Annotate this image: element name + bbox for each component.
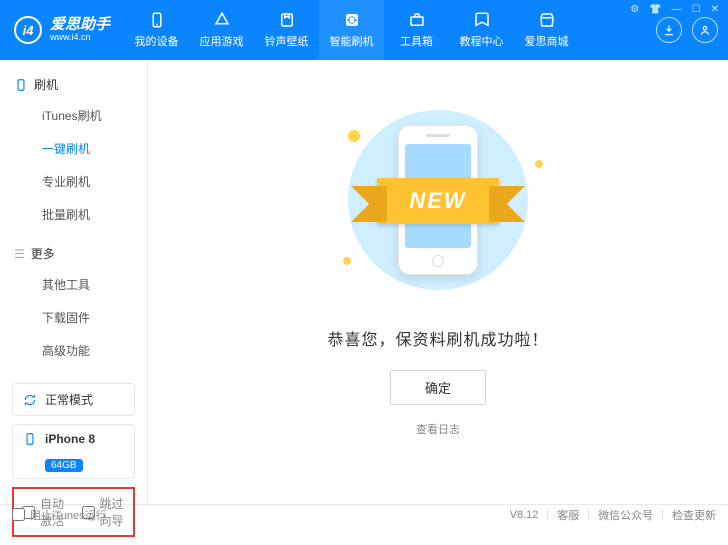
nav-apps[interactable]: 应用游戏 xyxy=(189,0,254,60)
device-box[interactable]: iPhone 8 64GB xyxy=(12,424,135,479)
nav-flash[interactable]: 智能刷机 xyxy=(319,0,384,60)
section-title: 刷机 xyxy=(34,76,58,93)
phone-icon xyxy=(23,432,37,446)
new-ribbon: NEW xyxy=(248,178,628,224)
nav-label: 工具箱 xyxy=(400,33,433,49)
check-update-link[interactable]: 检查更新 xyxy=(672,507,716,523)
sidebar-item-othertools[interactable]: 其他工具 xyxy=(0,268,147,301)
sidebar-item-firmware[interactable]: 下载固件 xyxy=(0,301,147,334)
nav-label: 智能刷机 xyxy=(330,33,374,49)
nav-label: 铃声壁纸 xyxy=(265,33,309,49)
nav-label: 爱思商城 xyxy=(525,33,569,49)
checkbox-label: 阻止iTunes运行 xyxy=(30,507,107,523)
version-label: V8.12 xyxy=(510,509,539,521)
music-icon xyxy=(278,11,296,29)
wechat-link[interactable]: 微信公众号 xyxy=(598,507,653,523)
top-nav: 我的设备 应用游戏 铃声壁纸 智能刷机 工具箱 教程中心 爱思商城 xyxy=(124,0,579,60)
refresh-icon xyxy=(343,11,361,29)
nav-mall[interactable]: 爱思商城 xyxy=(514,0,579,60)
sidebar-section-flash: 刷机 xyxy=(0,70,147,95)
phone-icon xyxy=(148,11,166,29)
app-header: ⚙ 👕 — ☐ ✕ i4 爱思助手 www.i4.cn 我的设备 应用游戏 铃声… xyxy=(0,0,728,60)
nav-ringtone[interactable]: 铃声壁纸 xyxy=(254,0,319,60)
phone-icon xyxy=(14,78,28,92)
sidebar-section-more: ☰ 更多 xyxy=(0,239,147,264)
sidebar-item-oneclick[interactable]: 一键刷机 xyxy=(0,132,147,165)
storage-badge: 64GB xyxy=(45,459,83,472)
view-log-link[interactable]: 查看日志 xyxy=(416,421,460,437)
window-controls: ⚙ 👕 — ☐ ✕ xyxy=(627,4,722,15)
sidebar-item-advanced[interactable]: 高级功能 xyxy=(0,334,147,367)
apps-icon xyxy=(213,11,231,29)
support-link[interactable]: 客服 xyxy=(557,507,579,523)
skin-icon[interactable]: 👕 xyxy=(646,4,664,15)
device-name: iPhone 8 xyxy=(45,432,95,446)
nav-label: 我的设备 xyxy=(135,33,179,49)
ok-button[interactable]: 确定 xyxy=(390,370,486,405)
nav-label: 教程中心 xyxy=(460,33,504,49)
sidebar: 刷机 iTunes刷机 一键刷机 专业刷机 批量刷机 ☰ 更多 其他工具 下载固… xyxy=(0,60,148,504)
nav-devices[interactable]: 我的设备 xyxy=(124,0,189,60)
download-icon[interactable] xyxy=(656,17,682,43)
maximize-button[interactable]: ☐ xyxy=(689,4,704,15)
sidebar-item-pro[interactable]: 专业刷机 xyxy=(0,165,147,198)
ribbon-text: NEW xyxy=(377,178,498,224)
sidebar-item-batch[interactable]: 批量刷机 xyxy=(0,198,147,231)
nav-label: 应用游戏 xyxy=(200,33,244,49)
app-logo: i4 爱思助手 www.i4.cn xyxy=(0,0,124,60)
checkbox-input[interactable] xyxy=(12,508,25,521)
success-illustration: NEW xyxy=(318,100,558,300)
brand-name: 爱思助手 xyxy=(50,17,110,34)
section-title: 更多 xyxy=(31,245,55,262)
mode-box[interactable]: 正常模式 xyxy=(12,383,135,416)
refresh-icon xyxy=(23,393,37,407)
main-content: NEW 恭喜您，保资料刷机成功啦！ 确定 查看日志 xyxy=(148,60,728,504)
nav-tutorial[interactable]: 教程中心 xyxy=(449,0,514,60)
user-icon[interactable] xyxy=(692,17,718,43)
menu-icon: ☰ xyxy=(14,247,25,261)
sidebar-item-itunes[interactable]: iTunes刷机 xyxy=(0,99,147,132)
brand-url: www.i4.cn xyxy=(50,33,110,43)
checkbox-block-itunes[interactable]: 阻止iTunes运行 xyxy=(12,507,107,523)
logo-icon: i4 xyxy=(14,16,42,44)
nav-toolbox[interactable]: 工具箱 xyxy=(384,0,449,60)
shop-icon xyxy=(538,11,556,29)
settings-icon[interactable]: ⚙ xyxy=(627,4,642,15)
briefcase-icon xyxy=(408,11,426,29)
book-icon xyxy=(473,11,491,29)
mode-label: 正常模式 xyxy=(45,391,93,408)
success-message: 恭喜您，保资料刷机成功啦！ xyxy=(327,326,548,350)
minimize-button[interactable]: — xyxy=(669,4,685,15)
close-button[interactable]: ✕ xyxy=(708,4,722,15)
